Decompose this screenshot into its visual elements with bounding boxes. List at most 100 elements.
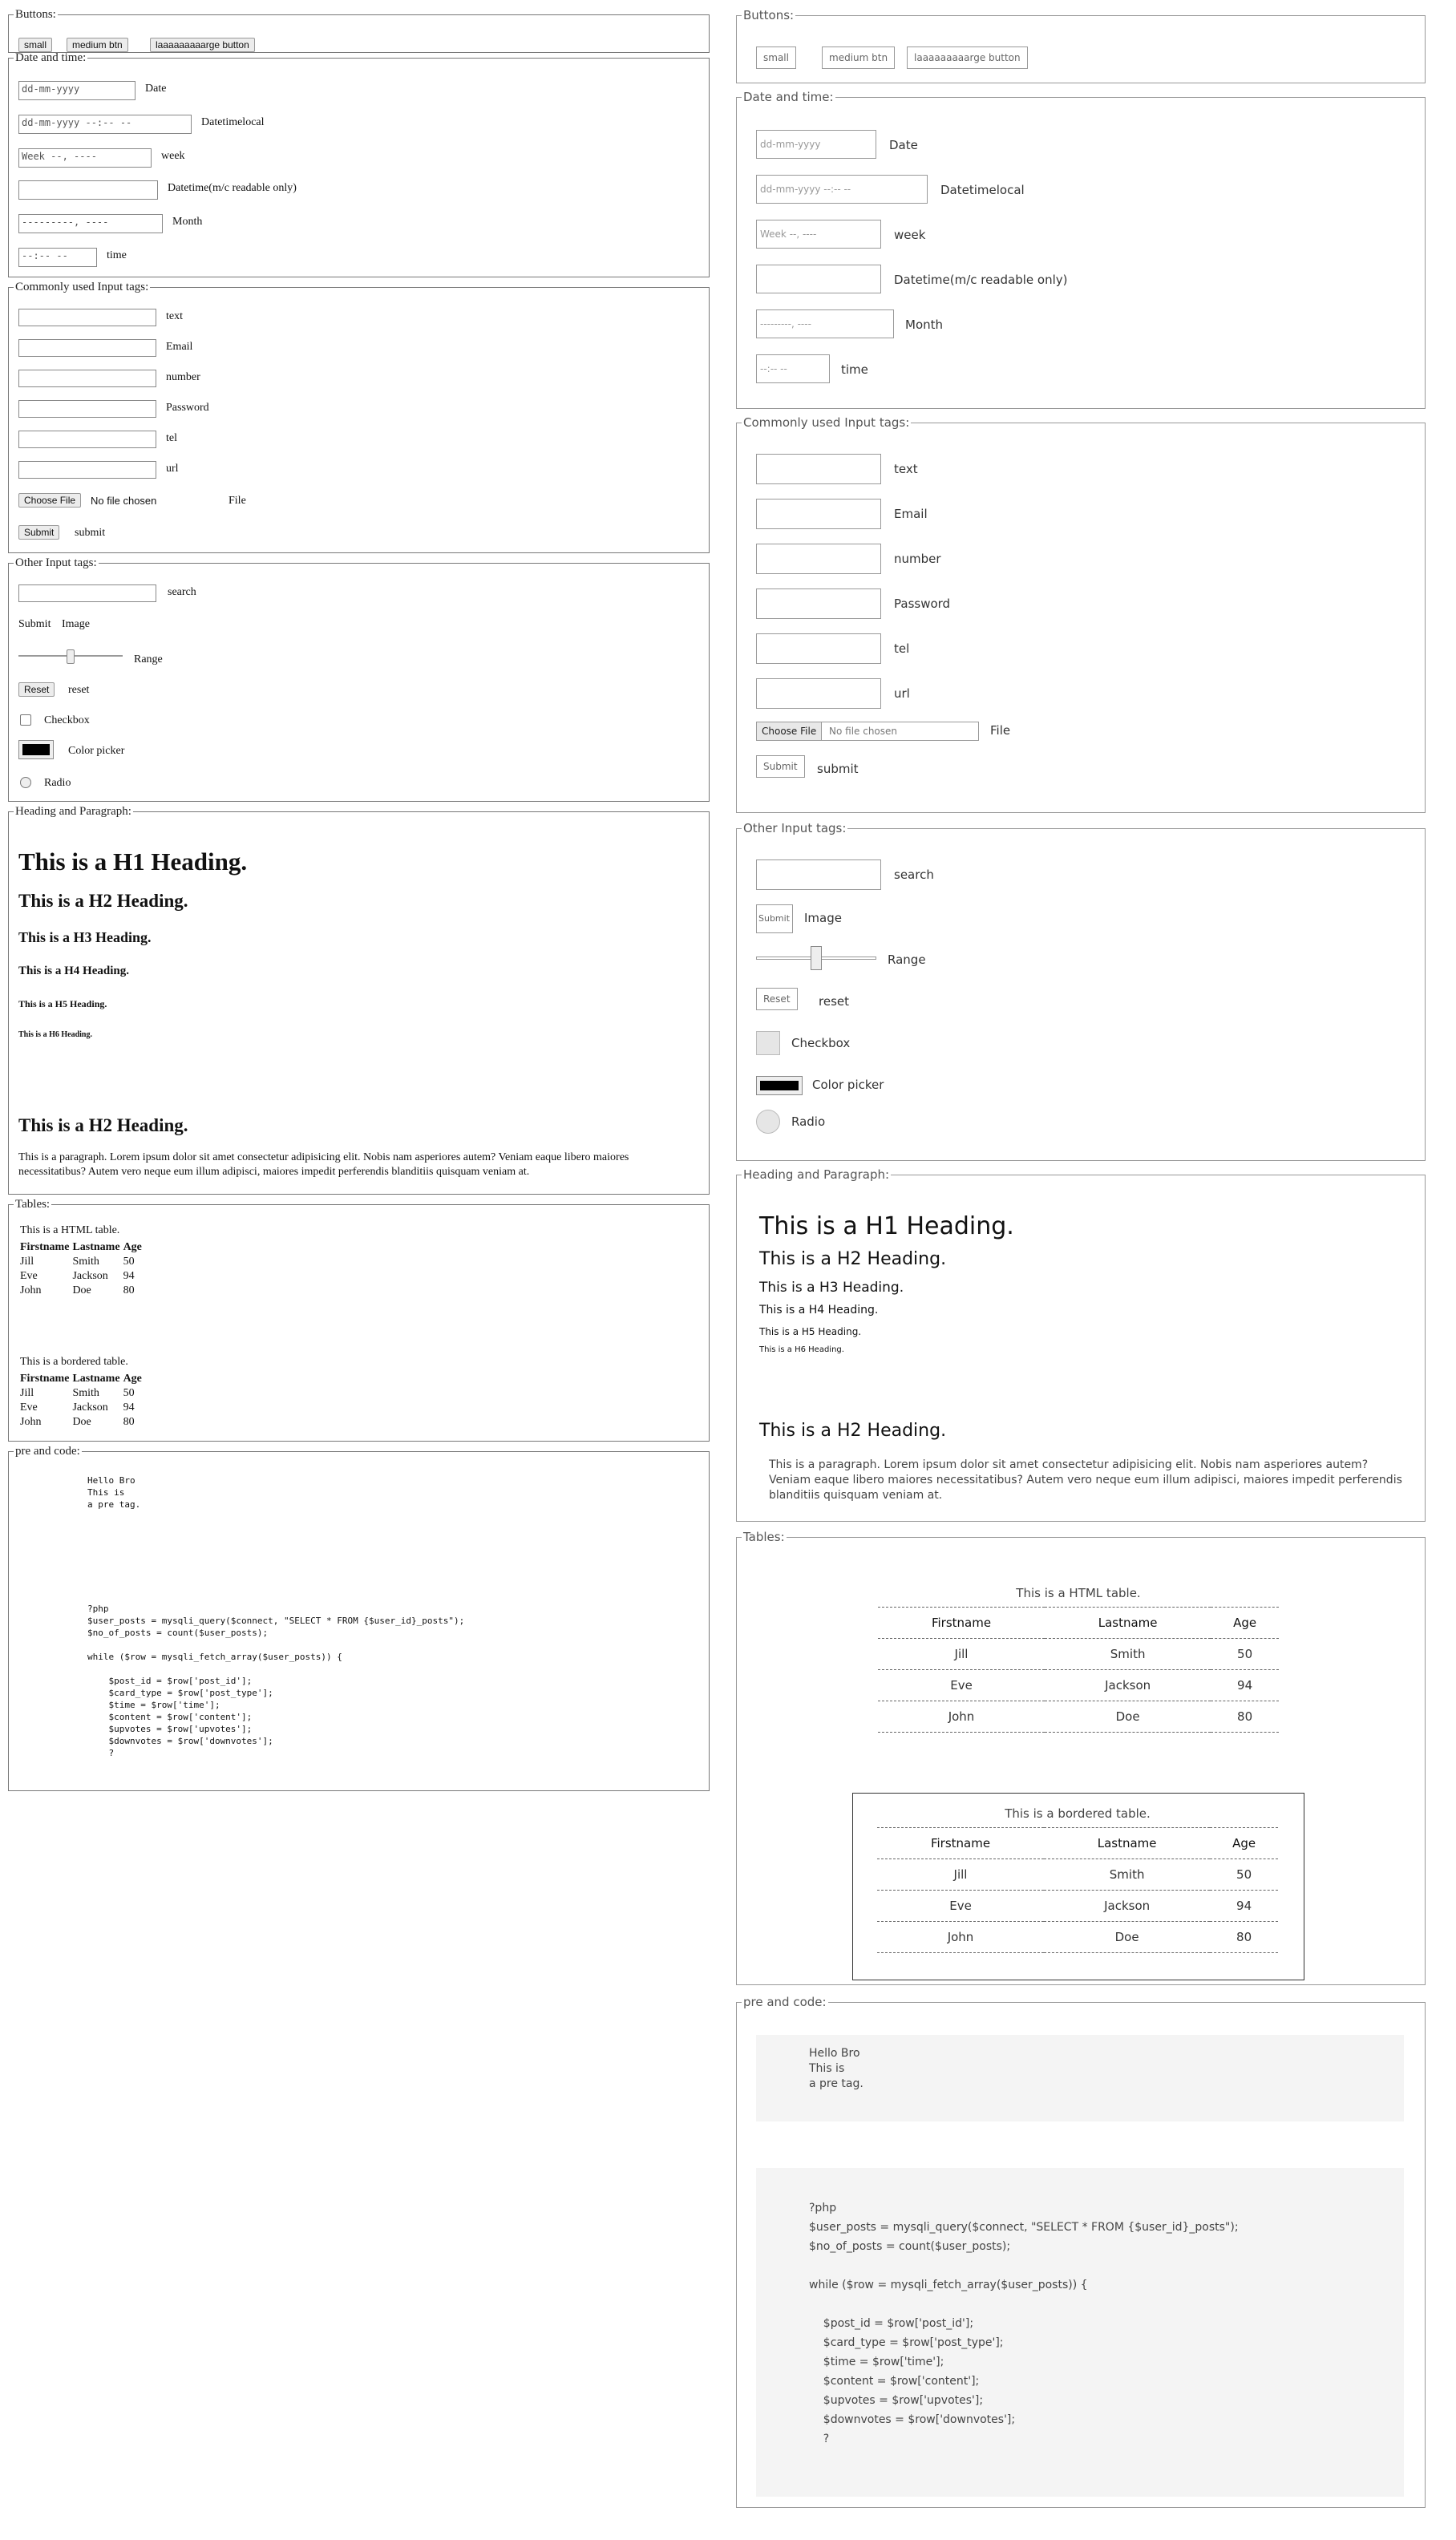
- h1-heading-styled: This is a H1 Heading.: [759, 1212, 1014, 1240]
- time-input[interactable]: --:-- --: [18, 248, 97, 267]
- table-header-row: Firstname Lastname Age: [18, 1372, 146, 1386]
- checkbox-input[interactable]: [20, 714, 31, 726]
- password-label-styled: Password: [894, 597, 951, 611]
- table-row: Jill Smith 50: [18, 1255, 146, 1269]
- table-cell: Jill: [877, 1858, 1045, 1891]
- table-cell: Eve: [878, 1669, 1045, 1701]
- tel-label-styled: tel: [894, 641, 910, 656]
- paragraph-styled: This is a paragraph. Lorem ipsum dolor s…: [769, 1458, 1402, 1502]
- reset-label-styled: reset: [819, 994, 849, 1009]
- reset-button[interactable]: Reset: [18, 682, 55, 697]
- text-label-styled: text: [894, 462, 918, 476]
- buttons-legend-styled: Buttons:: [743, 8, 795, 22]
- number-input-styled[interactable]: [756, 544, 881, 574]
- text-input[interactable]: [18, 309, 156, 326]
- email-input-styled[interactable]: [756, 499, 881, 529]
- table-caption: This is a HTML table.: [1016, 1586, 1141, 1600]
- checkbox-label-styled: Checkbox: [791, 1036, 851, 1050]
- table-cell: Jackson: [72, 1401, 108, 1414]
- table-header-cell: Age: [1210, 1827, 1278, 1859]
- datetime-legend-styled: Date and time:: [743, 90, 834, 104]
- h5-heading-styled: This is a H5 Heading.: [759, 1326, 862, 1337]
- other-legend: Other Input tags:: [15, 556, 97, 569]
- small-button-styled[interactable]: small: [756, 47, 796, 69]
- submit-label: submit: [75, 527, 106, 539]
- table-cell: 50: [1211, 1638, 1279, 1670]
- h1-heading: This is a H1 Heading.: [18, 847, 248, 876]
- color-picker-styled[interactable]: [756, 1076, 803, 1095]
- table-header-cell: Firstname: [20, 1373, 70, 1385]
- h3-heading-styled: This is a H3 Heading.: [759, 1280, 904, 1296]
- url-input-styled[interactable]: [756, 678, 881, 709]
- table-cell: John: [20, 1284, 42, 1296]
- radio-input-styled[interactable]: [756, 1110, 780, 1134]
- pre-legend-styled: pre and code:: [743, 1995, 827, 2009]
- search-input[interactable]: [18, 584, 156, 602]
- small-button[interactable]: small: [18, 38, 53, 52]
- date-input[interactable]: dd-mm-yyyy: [18, 81, 135, 100]
- password-input[interactable]: [18, 400, 156, 418]
- datetime-input[interactable]: [18, 180, 158, 200]
- table-header-cell: Age: [1211, 1607, 1279, 1639]
- month-input[interactable]: ---------, ----: [18, 214, 163, 233]
- submit-button[interactable]: Submit: [18, 525, 60, 540]
- table-cell: Smith: [72, 1387, 99, 1399]
- image-submit-button[interactable]: Submit: [18, 618, 51, 631]
- file-input-styled[interactable]: Choose File No file chosen: [756, 722, 979, 741]
- table-row: Eve Jackson 94: [878, 1669, 1279, 1701]
- month-label-styled: Month: [905, 318, 944, 332]
- url-input[interactable]: [18, 461, 156, 479]
- datetimelocal-input[interactable]: dd-mm-yyyy --:-- --: [18, 115, 192, 134]
- h4-heading: This is a H4 Heading.: [18, 965, 129, 977]
- buttons-legend: Buttons:: [15, 8, 56, 21]
- other-fieldset-styled: Other Input tags: search Submit Image Ra…: [736, 821, 1426, 1161]
- tel-input[interactable]: [18, 431, 156, 448]
- password-input-styled[interactable]: [756, 588, 881, 619]
- week-input-styled[interactable]: Week --, ----: [756, 220, 881, 249]
- tel-label: tel: [166, 432, 177, 444]
- table-header-cell: Age: [123, 1241, 142, 1253]
- submit-button-styled[interactable]: Submit: [756, 755, 805, 778]
- image-submit-button-styled[interactable]: Submit: [756, 904, 793, 933]
- date-input-styled[interactable]: dd-mm-yyyy: [756, 130, 876, 159]
- table-cell: 80: [1210, 1921, 1278, 1953]
- table-header-cell: Firstname: [877, 1827, 1045, 1859]
- checkbox-input-styled[interactable]: [756, 1031, 780, 1055]
- headings-legend-styled: Heading and Paragraph:: [743, 1167, 890, 1182]
- file-label: File: [229, 495, 246, 507]
- datetimelocal-input-styled[interactable]: dd-mm-yyyy --:-- --: [756, 175, 928, 204]
- color-label: Color picker: [68, 745, 125, 757]
- range-thumb-styled[interactable]: [811, 946, 822, 970]
- medium-button-styled[interactable]: medium btn: [822, 47, 896, 69]
- reset-button-styled[interactable]: Reset: [756, 988, 798, 1010]
- large-button[interactable]: laaaaaaaaarge button: [150, 38, 255, 52]
- medium-button[interactable]: medium btn: [67, 38, 128, 52]
- datetime-label: Datetime(m/c readable only): [168, 182, 297, 194]
- range-thumb[interactable]: [67, 649, 75, 664]
- large-button-styled[interactable]: laaaaaaaaarge button: [907, 47, 1028, 69]
- text-input-styled[interactable]: [756, 454, 881, 484]
- range-slider-styled[interactable]: [756, 946, 876, 970]
- datetime-fieldset-styled: Date and time: dd-mm-yyyy Date dd-mm-yyy…: [736, 90, 1426, 409]
- email-input[interactable]: [18, 339, 156, 357]
- search-input-styled[interactable]: [756, 859, 881, 890]
- choose-file-button[interactable]: Choose File: [18, 493, 82, 508]
- range-slider[interactable]: [18, 649, 123, 664]
- time-input-styled[interactable]: --:-- --: [756, 354, 830, 383]
- table-header-cell: Lastname: [72, 1373, 120, 1385]
- color-picker[interactable]: [18, 740, 54, 759]
- month-input-styled[interactable]: ---------, ----: [756, 309, 894, 338]
- h2-heading-second: This is a H2 Heading.: [18, 1115, 188, 1135]
- table-header-row: Firstname Lastname Age: [878, 1607, 1279, 1639]
- week-input[interactable]: Week --, ----: [18, 148, 152, 168]
- datetime-input-styled[interactable]: [756, 265, 881, 293]
- number-input[interactable]: [18, 370, 156, 387]
- tel-input-styled[interactable]: [756, 633, 881, 664]
- radio-input[interactable]: [20, 777, 31, 788]
- h6-heading: This is a H6 Heading.: [18, 1030, 92, 1039]
- h4-heading-styled: This is a H4 Heading.: [759, 1304, 879, 1317]
- choose-file-button-styled[interactable]: Choose File: [757, 722, 823, 740]
- tables-legend: Tables:: [15, 1198, 51, 1211]
- number-label: number: [166, 371, 200, 383]
- table-header-cell: Firstname: [878, 1607, 1045, 1639]
